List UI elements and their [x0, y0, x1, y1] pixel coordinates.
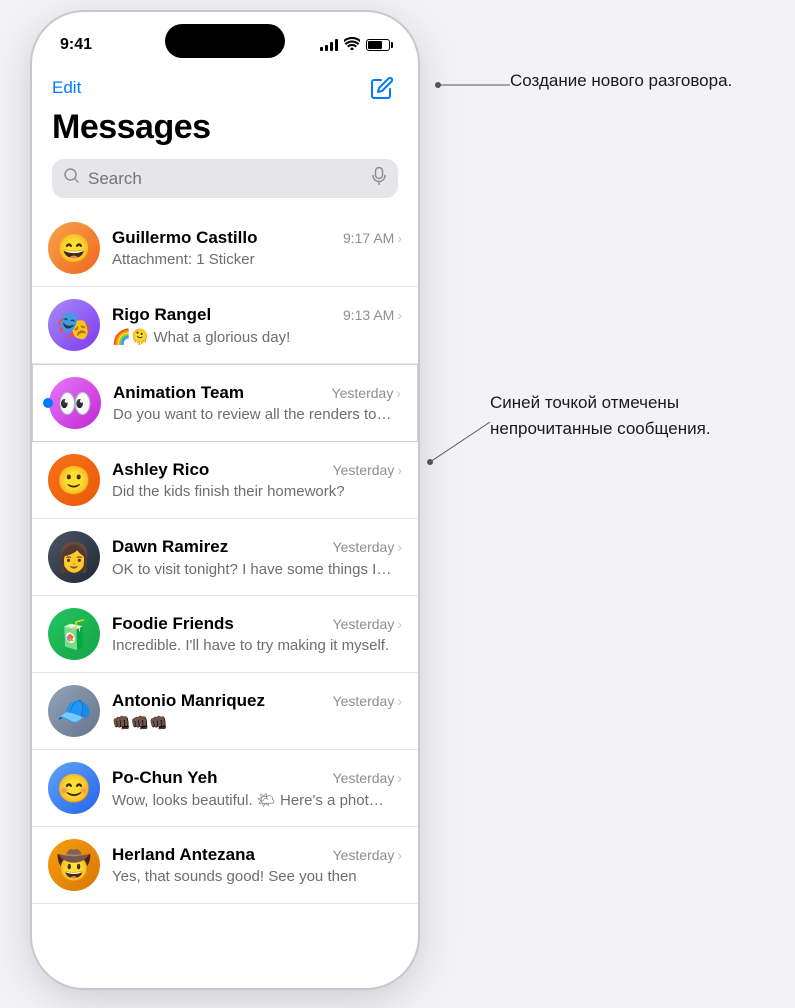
- conversation-content: Po-Chun Yeh Yesterday › Wow, looks beaut…: [112, 768, 402, 809]
- search-icon: [64, 168, 80, 189]
- avatar: 🧃: [48, 608, 100, 660]
- chevron-icon: ›: [397, 616, 402, 632]
- list-item[interactable]: 🙂 Ashley Rico Yesterday › Did the kids f…: [32, 442, 418, 519]
- conversation-content: Guillermo Castillo 9:17 AM › Attachment:…: [112, 228, 402, 268]
- chevron-icon: ›: [397, 230, 402, 246]
- chevron-icon: ›: [397, 462, 402, 478]
- sender-name: Antonio Manriquez: [112, 691, 265, 711]
- avatar: 👀: [49, 377, 101, 429]
- timestamp: 9:17 AM ›: [343, 230, 402, 246]
- conversation-content: Animation Team Yesterday › Do you want t…: [113, 383, 401, 423]
- avatar: 🤠: [48, 839, 100, 891]
- timestamp: Yesterday ›: [333, 539, 402, 555]
- chevron-icon: ›: [397, 307, 402, 323]
- avatar: 🧢: [48, 685, 100, 737]
- avatar: 🙂: [48, 454, 100, 506]
- battery-icon: [366, 39, 390, 51]
- wifi-icon: [344, 37, 360, 53]
- unread-indicator: [43, 398, 53, 408]
- annotation-compose: Создание нового разговора.: [510, 68, 732, 94]
- chevron-icon: ›: [397, 693, 402, 709]
- timestamp: Yesterday ›: [333, 616, 402, 632]
- sender-name: Guillermo Castillo: [112, 228, 257, 248]
- timestamp: Yesterday ›: [332, 385, 401, 401]
- sender-name: Rigo Rangel: [112, 305, 211, 325]
- conversation-content: Antonio Manriquez Yesterday › 👊🏿👊🏿👊🏿: [112, 691, 402, 732]
- sender-name: Animation Team: [113, 383, 244, 403]
- mic-icon: [372, 167, 386, 190]
- list-item[interactable]: 🧢 Antonio Manriquez Yesterday › 👊🏿👊🏿👊🏿: [32, 673, 418, 750]
- list-item[interactable]: 👩 Dawn Ramirez Yesterday › OK to visit t…: [32, 519, 418, 596]
- timestamp: Yesterday ›: [333, 462, 402, 478]
- message-preview: 👊🏿👊🏿👊🏿: [112, 714, 392, 732]
- annotation-unread: Синей точкой отмечены непрочитанные сооб…: [490, 390, 795, 441]
- message-preview: Do you want to review all the renders to…: [113, 406, 393, 423]
- search-input[interactable]: [88, 169, 364, 189]
- message-preview: Yes, that sounds good! See you then: [112, 868, 392, 885]
- message-preview: Attachment: 1 Sticker: [112, 251, 392, 268]
- conversation-content: Herland Antezana Yesterday › Yes, that s…: [112, 845, 402, 885]
- avatar: 😄: [48, 222, 100, 274]
- message-preview: Did the kids finish their homework?: [112, 483, 392, 500]
- sender-name: Foodie Friends: [112, 614, 234, 634]
- phone-frame: 9:41 Edit: [30, 10, 420, 990]
- edit-button[interactable]: Edit: [52, 78, 81, 98]
- chevron-icon: ›: [397, 847, 402, 863]
- list-item[interactable]: 🎭 Rigo Rangel 9:13 AM › 🌈🫠 What a glorio…: [32, 287, 418, 364]
- chevron-icon: ›: [396, 385, 401, 401]
- avatar: 👩: [48, 531, 100, 583]
- signal-icon: [320, 39, 338, 51]
- status-icons: [320, 37, 390, 53]
- conversations-list: 😄 Guillermo Castillo 9:17 AM › Attachmen…: [32, 210, 418, 904]
- status-time: 9:41: [60, 36, 92, 54]
- message-preview: Incredible. I'll have to try making it m…: [112, 637, 392, 654]
- compose-icon: [370, 76, 394, 100]
- search-bar[interactable]: [52, 159, 398, 198]
- message-preview: OK to visit tonight? I have some things …: [112, 560, 392, 578]
- conversation-content: Ashley Rico Yesterday › Did the kids fin…: [112, 460, 402, 500]
- compose-button[interactable]: [366, 72, 398, 104]
- header: Edit Messages: [32, 64, 418, 198]
- conversation-content: Foodie Friends Yesterday › Incredible. I…: [112, 614, 402, 654]
- message-preview: 🌈🫠 What a glorious day!: [112, 328, 392, 346]
- list-item[interactable]: 😄 Guillermo Castillo 9:17 AM › Attachmen…: [32, 210, 418, 287]
- timestamp: Yesterday ›: [333, 847, 402, 863]
- dynamic-island: [165, 24, 285, 58]
- sender-name: Herland Antezana: [112, 845, 255, 865]
- page-title: Messages: [52, 108, 398, 147]
- avatar: 😊: [48, 762, 100, 814]
- timestamp: Yesterday ›: [333, 770, 402, 786]
- message-preview: Wow, looks beautiful. 🌤 Here's a photo o…: [112, 791, 392, 809]
- list-item[interactable]: 🧃 Foodie Friends Yesterday › Incredible.…: [32, 596, 418, 673]
- chevron-icon: ›: [397, 770, 402, 786]
- sender-name: Ashley Rico: [112, 460, 209, 480]
- list-item[interactable]: 😊 Po-Chun Yeh Yesterday › Wow, looks bea…: [32, 750, 418, 827]
- sender-name: Po-Chun Yeh: [112, 768, 217, 788]
- chevron-icon: ›: [397, 539, 402, 555]
- timestamp: 9:13 AM ›: [343, 307, 402, 323]
- header-top: Edit: [52, 72, 398, 104]
- list-item[interactable]: 👀 Animation Team Yesterday › Do you want…: [32, 364, 418, 442]
- sender-name: Dawn Ramirez: [112, 537, 228, 557]
- conversation-content: Dawn Ramirez Yesterday › OK to visit ton…: [112, 537, 402, 578]
- list-item[interactable]: 🤠 Herland Antezana Yesterday › Yes, that…: [32, 827, 418, 904]
- timestamp: Yesterday ›: [333, 693, 402, 709]
- conversation-content: Rigo Rangel 9:13 AM › 🌈🫠 What a glorious…: [112, 305, 402, 346]
- avatar: 🎭: [48, 299, 100, 351]
